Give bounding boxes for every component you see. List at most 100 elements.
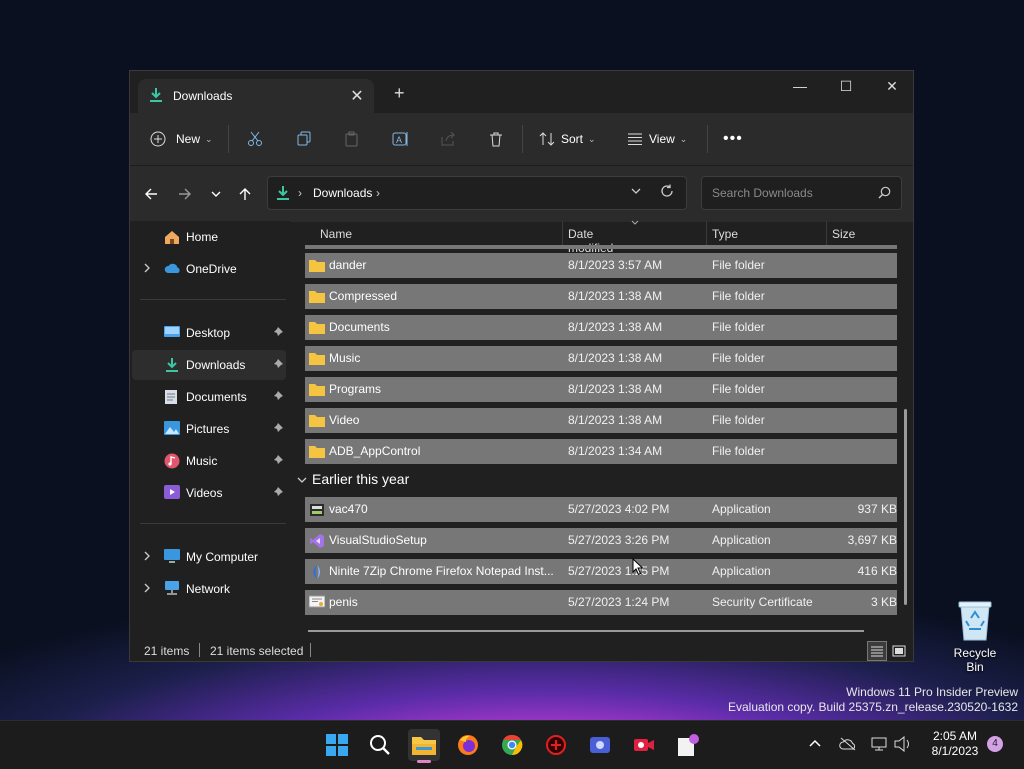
sidebar-item-my-computer[interactable]: My Computer bbox=[132, 542, 286, 572]
taskbar-search-button[interactable] bbox=[364, 729, 396, 761]
minimize-button[interactable]: — bbox=[777, 71, 823, 103]
sidebar-item-onedrive[interactable]: OneDrive bbox=[132, 254, 286, 284]
table-row[interactable]: ADB_AppControl 8/1/2023 1:34 AM File fol… bbox=[305, 439, 897, 464]
arrow-left-icon bbox=[145, 188, 157, 200]
back-button[interactable] bbox=[140, 183, 162, 205]
taskbar-file-explorer[interactable] bbox=[408, 729, 440, 763]
close-window-button[interactable]: ✕ bbox=[869, 71, 915, 103]
tab-downloads[interactable]: Downloads ✕ bbox=[138, 79, 374, 113]
sidebar-item-network[interactable]: Network bbox=[132, 574, 286, 604]
pin-icon[interactable] bbox=[272, 454, 284, 466]
view-button[interactable]: View ⌄ bbox=[627, 113, 687, 165]
sidebar-item-label: Documents bbox=[186, 390, 247, 404]
sort-button[interactable]: Sort ⌄ bbox=[539, 113, 596, 165]
file-list: Name Date modified Type Size dander 8/1/… bbox=[290, 220, 914, 651]
navigation-pane: Home OneDrive Desktop Downloads Document… bbox=[130, 221, 290, 651]
column-size-label: Size bbox=[832, 227, 856, 241]
address-bar[interactable]: › Downloads › bbox=[267, 176, 687, 210]
pin-icon[interactable] bbox=[272, 486, 284, 498]
chevron-down-icon: ⌄ bbox=[588, 133, 596, 144]
new-tab-button[interactable]: + bbox=[394, 83, 405, 104]
share-icon bbox=[441, 131, 455, 146]
paste-button[interactable] bbox=[344, 113, 366, 165]
share-button[interactable] bbox=[440, 113, 462, 165]
cut-button[interactable] bbox=[247, 113, 269, 165]
table-row[interactable]: Programs 8/1/2023 1:38 AM File folder bbox=[305, 377, 897, 402]
table-row[interactable] bbox=[305, 245, 897, 249]
up-button[interactable] bbox=[234, 183, 256, 205]
start-button[interactable] bbox=[321, 729, 353, 761]
show-hidden-icons-button[interactable] bbox=[808, 736, 822, 751]
file-type: File folder bbox=[712, 382, 765, 396]
pin-icon[interactable] bbox=[272, 326, 284, 338]
chevron-down-icon[interactable] bbox=[630, 185, 642, 197]
search-input[interactable] bbox=[710, 185, 874, 201]
file-name: Compressed bbox=[329, 289, 398, 303]
copy-button[interactable] bbox=[296, 113, 318, 165]
chevron-right-icon[interactable] bbox=[142, 550, 152, 562]
sidebar-item-pictures[interactable]: Pictures bbox=[132, 414, 286, 444]
breadcrumb-downloads[interactable]: Downloads bbox=[313, 186, 372, 200]
videos-icon bbox=[164, 485, 180, 499]
file-name: penis bbox=[329, 595, 358, 609]
app-blue-icon bbox=[590, 737, 610, 753]
firefox-icon bbox=[458, 735, 478, 755]
notification-badge[interactable]: 4 bbox=[987, 736, 1003, 752]
sidebar-item-videos[interactable]: Videos bbox=[132, 478, 286, 508]
sidebar-item-home[interactable]: Home bbox=[132, 222, 286, 252]
file-date: 8/1/2023 3:57 AM bbox=[568, 258, 663, 272]
recycle-bin[interactable]: Recycle Bin bbox=[944, 596, 1006, 674]
tray-volume[interactable] bbox=[894, 736, 912, 752]
view-label: View bbox=[649, 132, 675, 146]
rename-button[interactable]: A bbox=[392, 113, 416, 165]
sidebar-item-documents[interactable]: Documents bbox=[132, 382, 286, 412]
maximize-button[interactable]: ☐ bbox=[823, 71, 869, 103]
clock-time: 2:05 AM bbox=[932, 729, 978, 743]
svg-text:A: A bbox=[396, 135, 402, 145]
taskbar-app-blue[interactable] bbox=[584, 729, 616, 761]
sidebar-item-desktop[interactable]: Desktop bbox=[132, 318, 286, 348]
close-tab-icon[interactable]: ✕ bbox=[348, 86, 366, 106]
taskbar-app-red[interactable] bbox=[540, 729, 572, 761]
table-row[interactable]: Music 8/1/2023 1:38 AM File folder bbox=[305, 346, 897, 371]
tiles-view-icon bbox=[892, 645, 906, 657]
file-date: 8/1/2023 1:38 AM bbox=[568, 413, 663, 427]
sidebar-item-downloads[interactable]: Downloads bbox=[132, 350, 286, 380]
file-type: File folder bbox=[712, 289, 765, 303]
pin-icon[interactable] bbox=[272, 422, 284, 434]
search-box[interactable] bbox=[701, 176, 902, 210]
chevron-right-icon[interactable] bbox=[142, 262, 152, 274]
table-row[interactable]: Compressed 8/1/2023 1:38 AM File folder bbox=[305, 284, 897, 309]
table-row[interactable]: vac470 5/27/2023 4:02 PM Application 937… bbox=[305, 497, 897, 522]
tray-onedrive[interactable] bbox=[839, 736, 857, 751]
tiles-view-button[interactable] bbox=[889, 641, 909, 661]
taskbar-camera-app[interactable] bbox=[628, 729, 660, 761]
sidebar-item-music[interactable]: Music bbox=[132, 446, 286, 476]
delete-button[interactable] bbox=[488, 113, 510, 165]
breadcrumb-chevron-icon[interactable]: › bbox=[376, 186, 380, 200]
pin-icon[interactable] bbox=[272, 358, 284, 370]
details-view-button[interactable] bbox=[867, 641, 887, 661]
see-more-button[interactable]: ••• bbox=[723, 113, 743, 165]
table-row[interactable]: Ninite 7Zip Chrome Firefox Notepad Inst.… bbox=[305, 559, 897, 584]
file-name: vac470 bbox=[329, 502, 368, 516]
pin-icon[interactable] bbox=[272, 390, 284, 402]
new-button[interactable]: New ⌄ bbox=[150, 113, 213, 165]
refresh-icon[interactable] bbox=[660, 184, 674, 198]
taskbar-notepad[interactable] bbox=[672, 729, 704, 761]
taskbar-chrome[interactable] bbox=[496, 729, 528, 761]
table-row[interactable]: Documents 8/1/2023 1:38 AM File folder bbox=[305, 315, 897, 340]
table-row[interactable]: penis 5/27/2023 1:24 PM Security Certifi… bbox=[305, 590, 897, 615]
chevron-right-icon[interactable] bbox=[142, 582, 152, 594]
table-row[interactable]: dander 8/1/2023 3:57 AM File folder bbox=[305, 253, 897, 278]
table-row[interactable]: Video 8/1/2023 1:38 AM File folder bbox=[305, 408, 897, 433]
taskbar-firefox[interactable] bbox=[452, 729, 484, 761]
clock[interactable]: 2:05 AM 8/1/2023 bbox=[922, 729, 988, 759]
tray-network[interactable] bbox=[871, 736, 887, 752]
vertical-scrollbar[interactable] bbox=[904, 409, 907, 605]
forward-button[interactable] bbox=[174, 183, 196, 205]
horizontal-scrollbar[interactable] bbox=[308, 630, 864, 632]
recent-locations-button[interactable] bbox=[205, 183, 227, 205]
table-row[interactable]: VisualStudioSetup 5/27/2023 3:26 PM Appl… bbox=[305, 528, 897, 553]
file-name: Video bbox=[329, 413, 360, 427]
